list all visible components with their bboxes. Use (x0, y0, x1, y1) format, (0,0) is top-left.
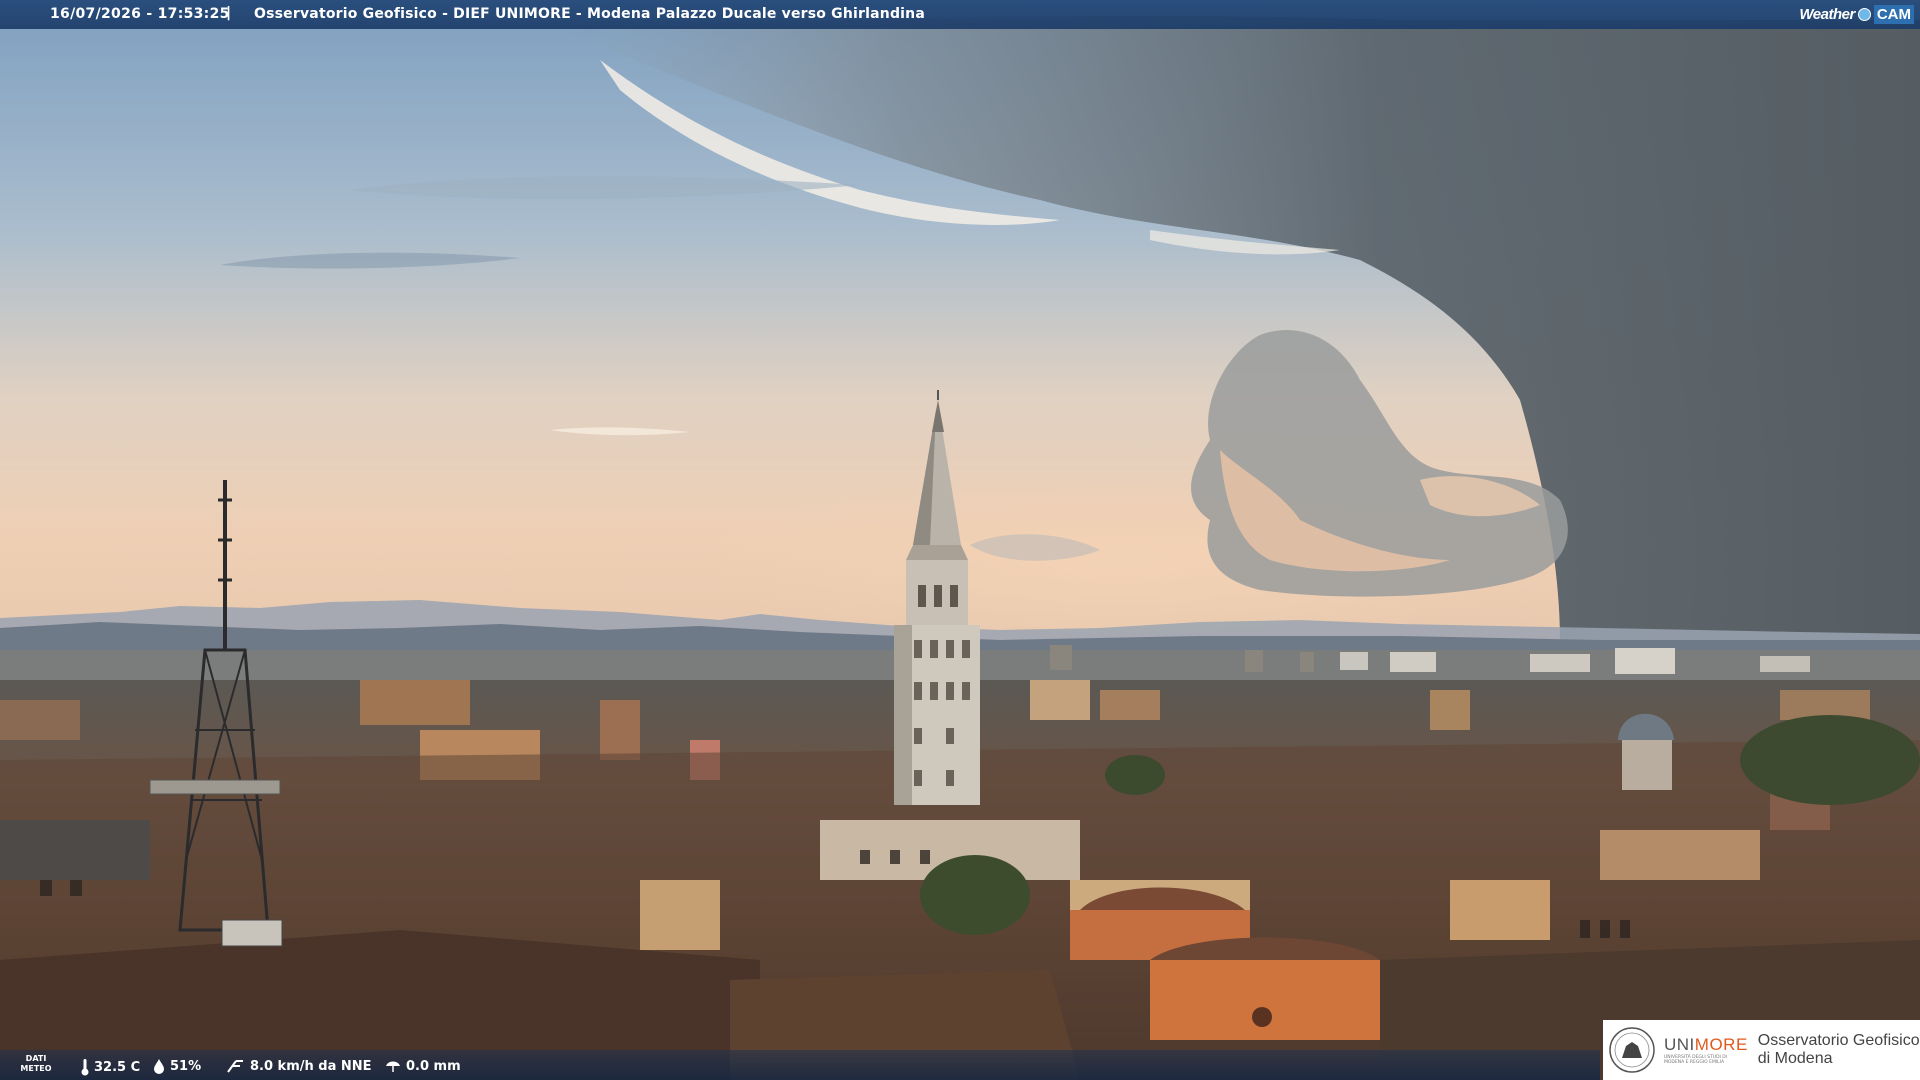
university-seal-icon (1609, 1027, 1655, 1073)
camera-title: Osservatorio Geofisico - DIEF UNIMORE - … (254, 6, 925, 22)
rain-gauge-icon (386, 1061, 400, 1072)
humidity-value: 51% (170, 1058, 202, 1074)
weathercam-logo: Weather CAM (1799, 3, 1914, 25)
temperature-value: 32.5 C (94, 1059, 141, 1075)
thermometer-icon (81, 1059, 89, 1076)
humidity-drop-icon (154, 1059, 164, 1074)
weather-data-label-line2: METEO (20, 1064, 52, 1073)
university-subtitle-2: MODENA E REGGIO EMILIA (1664, 1060, 1725, 1065)
weather-data-label: DATI METEO (18, 1054, 54, 1074)
unimore-observatory-logo: UNIMORE UNIVERSITÀ DEGLI STUDI DI MODENA… (1603, 1020, 1920, 1080)
top-info-bar: 16/07/2026 - 17:53:25 | Osservatorio Geo… (0, 0, 1920, 29)
rain-value: 0.0 mm (406, 1058, 461, 1074)
university-title: UNIMORE (1664, 1035, 1748, 1055)
observatory-name: Osservatorio Geofisico di Modena (1758, 1032, 1920, 1068)
humidity-reading: 51% (152, 1058, 201, 1074)
brand-dot-icon (1857, 7, 1871, 21)
wind-reading: 8.0 km/h da NNE (226, 1058, 372, 1074)
university-name: UNIMORE UNIVERSITÀ DEGLI STUDI DI MODENA… (1664, 1035, 1748, 1065)
brand-weather: Weather (1799, 5, 1855, 23)
separator: | (226, 5, 232, 21)
wind-value: 8.0 km/h da NNE (250, 1058, 372, 1074)
observatory-line1: Osservatorio Geofisico (1757, 1032, 1920, 1049)
brand-cam: CAM (1873, 4, 1914, 24)
wind-icon (227, 1060, 243, 1073)
weather-data-label-line1: DATI (25, 1054, 47, 1063)
timestamp: 16/07/2026 - 17:53:25 (50, 6, 230, 22)
university-uni: UNI (1664, 1035, 1695, 1054)
rain-reading: 0.0 mm (384, 1058, 461, 1074)
webcam-scene (0, 0, 1920, 1080)
temperature-reading: 32.5 C (80, 1058, 140, 1076)
observatory-line2: di Modena (1757, 1050, 1833, 1067)
weather-data-bar: DATI METEO 32.5 C 51% 8.0 km/h da NNE 0.… (0, 1050, 1600, 1080)
university-more: MORE (1694, 1035, 1748, 1054)
